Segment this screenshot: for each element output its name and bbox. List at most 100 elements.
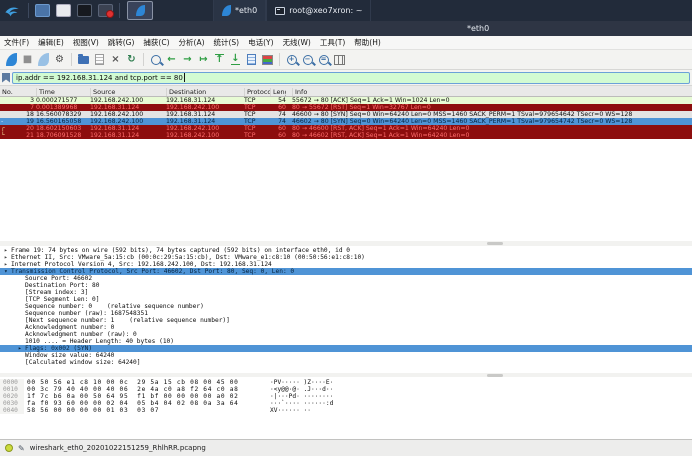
menu-item-3[interactable]: 跳转(G) (108, 37, 135, 48)
find-packet-icon[interactable] (148, 52, 163, 67)
column-header-len[interactable]: Length (270, 88, 286, 96)
detail-line-12[interactable]: Acknowledgment number (raw): 0 (0, 331, 692, 338)
column-header-time[interactable]: Time (36, 88, 88, 96)
hex-ascii[interactable]: ···`···· ······:d (270, 400, 333, 407)
detail-line-4[interactable]: Source Port: 46602 (0, 275, 692, 282)
file-manager-icon[interactable] (56, 4, 71, 17)
detail-line-13[interactable]: 1010 .... = Header Length: 40 bytes (10) (0, 338, 692, 345)
colorize-icon[interactable] (260, 52, 275, 67)
packet-row-19[interactable]: -1916.560165058192.168.242.100192.168.31… (0, 118, 692, 125)
menu-item-10[interactable]: 帮助(H) (354, 37, 381, 48)
save-file-icon[interactable] (92, 52, 107, 67)
detail-line-8[interactable]: Sequence number: 0 (relative sequence nu… (0, 303, 692, 310)
detail-line-9[interactable]: Sequence number (raw): 1687548351 (0, 310, 692, 317)
window-titlebar[interactable]: *eth0 (0, 21, 692, 36)
menu-item-0[interactable]: 文件(F) (4, 37, 29, 48)
detail-line-15[interactable]: Window size value: 64240 (0, 352, 692, 359)
autoscroll-icon[interactable] (244, 52, 259, 67)
packet-list-header: No.TimeSourceDestinationProtocolLength In… (0, 86, 692, 97)
column-header-no[interactable]: No. (0, 88, 34, 96)
expert-info-icon[interactable] (5, 444, 13, 452)
hex-bytes[interactable]: 1f 7c b6 0a 00 50 64 95 f1 bf 00 00 00 0… (27, 393, 270, 400)
zoom-out-icon[interactable]: − (300, 52, 315, 67)
packet-row-21[interactable]: └2118.706091528192.168.31.124192.168.242… (0, 132, 692, 139)
hex-bytes[interactable]: fa f0 93 60 00 00 02 04 05 b4 04 02 08 0… (27, 400, 270, 407)
detail-line-14[interactable]: ▸Flags: 0x002 (SYN) (0, 345, 692, 352)
menu-item-7[interactable]: 电话(Y) (248, 37, 273, 48)
taskbar-window-eth0[interactable]: *eth0 (213, 0, 266, 21)
capture-stop-icon[interactable]: ■ (20, 52, 35, 67)
hex-bytes[interactable]: 00 50 56 e1 c8 10 00 0c 29 5a 15 cb 08 0… (27, 379, 270, 386)
kali-logo-icon[interactable] (2, 2, 22, 19)
expander-icon[interactable]: ▸ (18, 345, 25, 352)
go-forward-icon[interactable]: → (180, 52, 195, 67)
go-last-icon[interactable]: ↓ (228, 52, 243, 67)
expander-icon[interactable]: ▸ (4, 247, 11, 254)
editor-app-icon[interactable] (98, 4, 113, 17)
capture-restart-icon[interactable] (36, 52, 51, 67)
detail-line-3[interactable]: ▾Transmission Control Protocol, Src Port… (0, 268, 692, 275)
capture-comment-icon[interactable]: ✎ (18, 444, 25, 453)
packet-row-20[interactable]: ┌2018.602150603192.168.31.124192.168.242… (0, 125, 692, 132)
taskbar-window-terminal[interactable]: root@xeo7xron: ~ (266, 0, 371, 21)
expander-icon[interactable]: ▾ (4, 268, 11, 275)
pane-splitter[interactable] (0, 241, 692, 246)
capture-start-icon[interactable] (4, 52, 19, 67)
hex-ascii[interactable]: XV······ ·· (270, 407, 311, 414)
hex-bytes[interactable]: 58 56 00 00 00 00 01 03 03 07 (27, 407, 270, 414)
detail-line-0[interactable]: ▸Frame 19: 74 bytes on wire (592 bits), … (0, 247, 692, 254)
cell-len: 74 (270, 118, 286, 125)
menu-item-9[interactable]: 工具(T) (320, 37, 345, 48)
detail-line-6[interactable]: [Stream index: 3] (0, 289, 692, 296)
hex-row-0[interactable]: 000000 50 56 e1 c8 10 00 0c 29 5a 15 cb … (0, 379, 692, 386)
menu-item-2[interactable]: 视图(V) (73, 37, 99, 48)
column-header-proto[interactable]: Protocol (244, 88, 270, 96)
packet-row-18[interactable]: 1816.560078329192.168.242.100192.168.31.… (0, 111, 692, 118)
filter-bookmark-icon[interactable] (2, 73, 10, 83)
hex-row-4[interactable]: 004058 56 00 00 00 00 01 03 03 07XV·····… (0, 407, 692, 414)
open-file-icon[interactable] (76, 52, 91, 67)
detail-line-11[interactable]: Acknowledgment number: 0 (0, 324, 692, 331)
main-toolbar: ■ ⚙ ×↻ ←→↦↑↓ +−= (0, 50, 692, 70)
menu-item-8[interactable]: 无线(W) (283, 37, 311, 48)
cell-dst: 192.168.31.124 (166, 118, 243, 125)
detail-line-16[interactable]: [Calculated window size: 64240] (0, 359, 692, 366)
detail-line-1[interactable]: ▸Ethernet II, Src: VMware_5a:15:cb (00:0… (0, 254, 692, 261)
close-file-icon[interactable]: × (108, 52, 123, 67)
menu-item-6[interactable]: 统计(S) (214, 37, 240, 48)
expander-icon[interactable]: ▸ (4, 254, 11, 261)
hex-ascii[interactable]: ·PV····· )Z····E· (270, 379, 333, 386)
window-app-icon[interactable] (35, 4, 50, 17)
go-first-icon[interactable]: ↑ (212, 52, 227, 67)
column-header-src[interactable]: Source (90, 88, 165, 96)
column-header-info[interactable]: Info (292, 88, 690, 96)
go-to-packet-icon[interactable]: ↦ (196, 52, 211, 67)
detail-line-5[interactable]: Destination Port: 80 (0, 282, 692, 289)
menu-item-4[interactable]: 捕获(C) (143, 37, 169, 48)
hex-row-3[interactable]: 0030fa f0 93 60 00 00 02 04 05 b4 04 02 … (0, 400, 692, 407)
menu-item-5[interactable]: 分析(A) (179, 37, 205, 48)
reload-icon[interactable]: ↻ (124, 52, 139, 67)
packet-row-7[interactable]: 70.001389968192.168.31.124192.168.242.10… (0, 104, 692, 111)
hex-ascii[interactable]: ·<y@@·@· .J···d·· (270, 386, 333, 393)
hex-row-1[interactable]: 001000 3c 79 40 40 00 40 06 2e 4a c0 a8 … (0, 386, 692, 393)
go-back-icon[interactable]: ← (164, 52, 179, 67)
zoom-in-icon[interactable]: + (284, 52, 299, 67)
detail-line-7[interactable]: [TCP Segment Len: 0] (0, 296, 692, 303)
resize-columns-icon[interactable] (332, 52, 347, 67)
hex-row-2[interactable]: 00201f 7c b6 0a 00 50 64 95 f1 bf 00 00 … (0, 393, 692, 400)
detail-line-10[interactable]: [Next sequence number: 1 (relative seque… (0, 317, 692, 324)
capture-options-icon[interactable]: ⚙ (52, 52, 67, 67)
hex-ascii[interactable]: ·|···Pd· ········ (270, 393, 333, 400)
display-filter-input[interactable]: ip.addr == 192.168.31.124 and tcp.port =… (12, 72, 690, 84)
column-header-dst[interactable]: Destination (166, 88, 243, 96)
splitter-handle[interactable] (487, 242, 503, 245)
detail-line-2[interactable]: ▸Internet Protocol Version 4, Src: 192.1… (0, 261, 692, 268)
terminal-app-icon[interactable] (77, 4, 92, 17)
zoom-100-icon[interactable]: = (316, 52, 331, 67)
expander-icon[interactable]: ▸ (4, 261, 11, 268)
workspace-wireshark-icon[interactable] (127, 1, 153, 20)
packet-row-3[interactable]: 30.000271577192.168.242.100192.168.31.12… (0, 97, 692, 104)
menu-item-1[interactable]: 编辑(E) (38, 37, 64, 48)
hex-bytes[interactable]: 00 3c 79 40 40 00 40 06 2e 4a c0 a8 f2 6… (27, 386, 270, 393)
